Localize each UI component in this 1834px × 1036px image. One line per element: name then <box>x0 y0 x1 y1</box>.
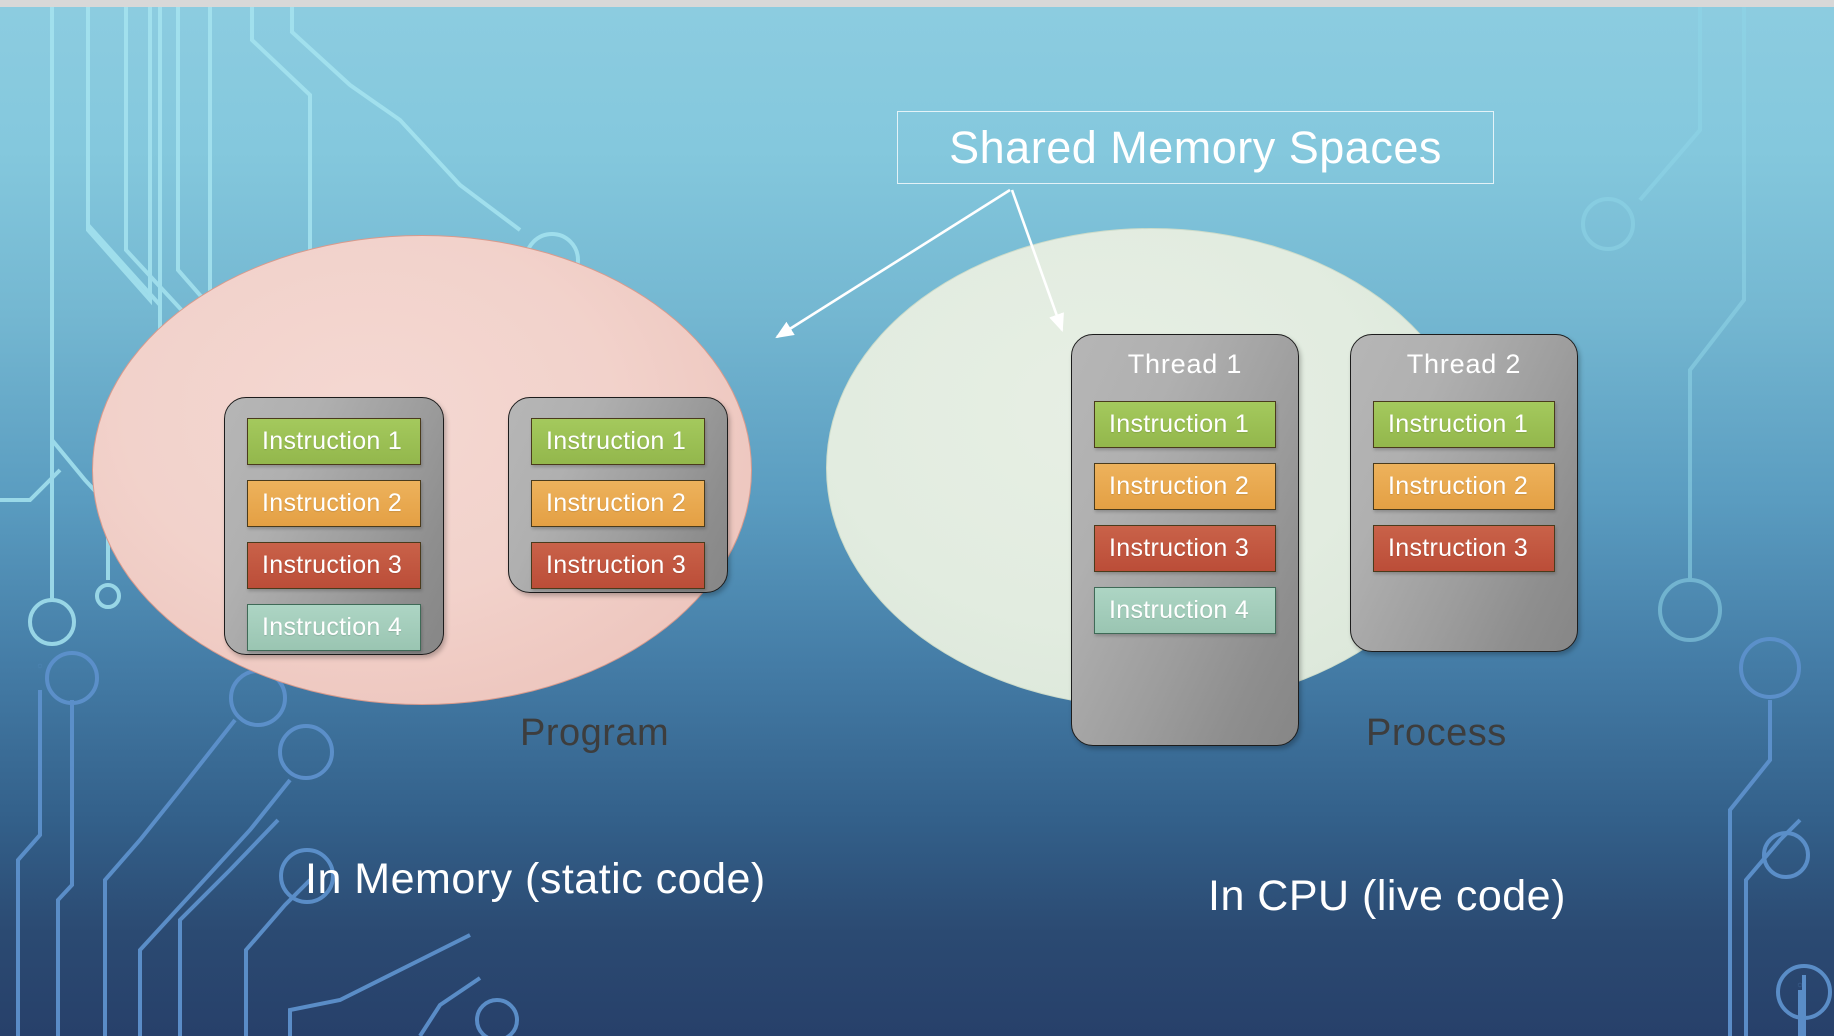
program-box-1[interactable]: Instruction 1 Instruction 2 Instruction … <box>224 397 444 655</box>
instruction-item[interactable]: Instruction 2 <box>1094 463 1276 510</box>
in-memory-caption: In Memory (static code) <box>305 855 766 903</box>
thread-1-box[interactable]: Thread 1 Instruction 1 Instruction 2 Ins… <box>1071 334 1299 746</box>
slide-top-edge <box>0 0 1834 7</box>
instruction-label: Instruction 4 <box>262 613 403 641</box>
instruction-item[interactable]: Instruction 4 <box>1094 587 1276 634</box>
instruction-label: Instruction 1 <box>1109 410 1250 438</box>
instruction-label: Instruction 2 <box>262 489 403 517</box>
instruction-label: Instruction 4 <box>1109 596 1250 624</box>
instruction-item[interactable]: Instruction 1 <box>1373 401 1555 448</box>
thread-1-label: Thread 1 <box>1127 349 1243 379</box>
program-box-1-instructions: Instruction 1 Instruction 2 Instruction … <box>225 398 443 651</box>
thread-2-instructions: Instruction 1 Instruction 2 Instruction … <box>1351 380 1577 572</box>
instruction-label: Instruction 1 <box>1388 410 1529 438</box>
instruction-item[interactable]: Instruction 2 <box>531 480 705 527</box>
page-title: Shared Memory Spaces <box>949 121 1442 173</box>
slide-canvas: Instruction 1 Instruction 2 Instruction … <box>0 0 1834 1036</box>
instruction-item[interactable]: Instruction 1 <box>247 418 421 465</box>
instruction-item[interactable]: Instruction 3 <box>247 542 421 589</box>
instruction-label: Instruction 2 <box>1109 472 1250 500</box>
instruction-item[interactable]: Instruction 3 <box>1094 525 1276 572</box>
thread-2-box[interactable]: Thread 2 Instruction 1 Instruction 2 Ins… <box>1350 334 1578 652</box>
instruction-item[interactable]: Instruction 4 <box>247 604 421 651</box>
program-box-2-instructions: Instruction 1 Instruction 2 Instruction … <box>509 398 727 589</box>
instruction-item[interactable]: Instruction 1 <box>1094 401 1276 448</box>
thread-1-instructions: Instruction 1 Instruction 2 Instruction … <box>1072 380 1298 634</box>
instruction-label: Instruction 1 <box>262 427 403 455</box>
instruction-label: Instruction 3 <box>546 551 687 579</box>
instruction-label: Instruction 3 <box>262 551 403 579</box>
instruction-label: Instruction 3 <box>1109 534 1250 562</box>
in-cpu-caption: In CPU (live code) <box>1208 872 1566 920</box>
instruction-item[interactable]: Instruction 3 <box>1373 525 1555 572</box>
program-box-2[interactable]: Instruction 1 Instruction 2 Instruction … <box>508 397 728 593</box>
instruction-label: Instruction 2 <box>546 489 687 517</box>
instruction-item[interactable]: Instruction 2 <box>1373 463 1555 510</box>
instruction-item[interactable]: Instruction 1 <box>531 418 705 465</box>
instruction-item[interactable]: Instruction 3 <box>531 542 705 589</box>
instruction-label: Instruction 1 <box>546 427 687 455</box>
instruction-label: Instruction 2 <box>1388 472 1529 500</box>
program-caption: Program <box>520 712 670 754</box>
instruction-label: Instruction 3 <box>1388 534 1529 562</box>
process-caption: Process <box>1366 712 1507 754</box>
instruction-item[interactable]: Instruction 2 <box>247 480 421 527</box>
thread-2-label: Thread 2 <box>1406 349 1522 379</box>
shared-memory-title-box: Shared Memory Spaces <box>897 111 1494 184</box>
